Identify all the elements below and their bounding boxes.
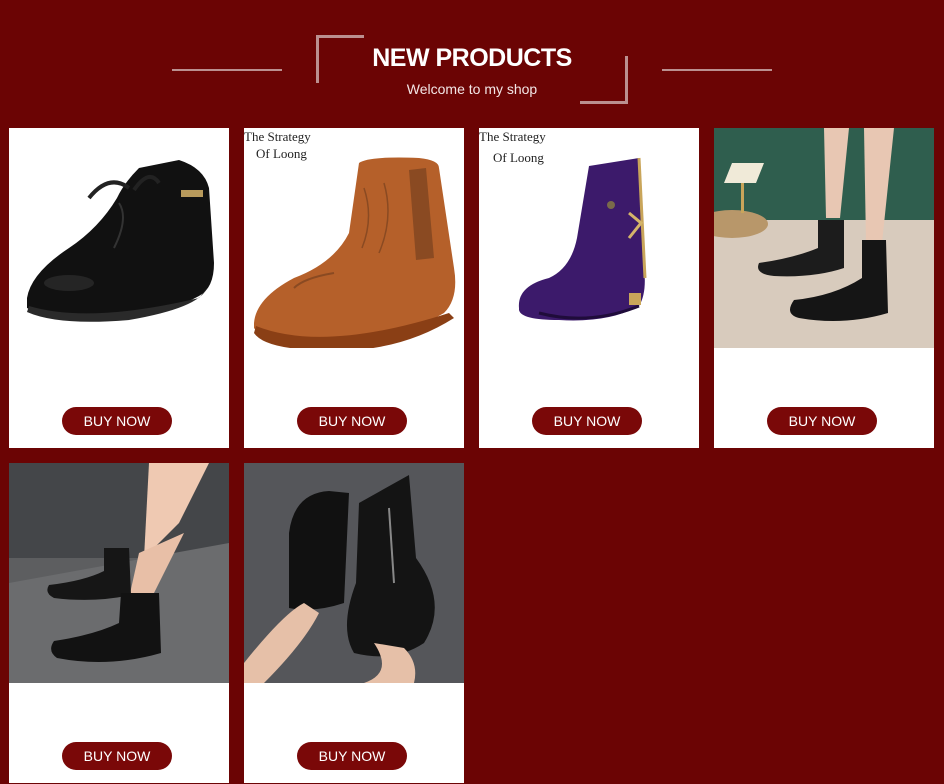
watermark-line1: The Strategy [479, 129, 546, 144]
product-card[interactable]: BUY NOW [9, 128, 229, 448]
product-card[interactable]: The Strategy Of Loong BUY NOW [244, 128, 464, 448]
buy-now-button[interactable]: BUY NOW [62, 742, 172, 770]
section-header: NEW PRODUCTS Welcome to my shop [0, 0, 944, 128]
product-card[interactable]: BUY NOW [9, 463, 229, 783]
watermark-line2: Of Loong [493, 150, 544, 165]
section-subtitle: Welcome to my shop [406, 81, 538, 97]
watermark-line2: Of Loong [256, 146, 307, 161]
section-title: NEW PRODUCTS [372, 44, 572, 72]
product-image[interactable] [714, 128, 934, 348]
product-image[interactable] [9, 128, 229, 348]
watermark-line1: The Strategy [244, 129, 311, 144]
buy-now-button[interactable]: BUY NOW [532, 407, 642, 435]
divider-right [662, 69, 772, 71]
buy-now-button[interactable]: BUY NOW [297, 742, 407, 770]
product-card[interactable]: BUY NOW [714, 128, 934, 448]
product-image[interactable] [9, 463, 229, 683]
buy-now-button[interactable]: BUY NOW [297, 407, 407, 435]
frame-corner-bottom-right [580, 56, 628, 104]
product-image[interactable] [244, 463, 464, 683]
product-card[interactable]: BUY NOW [244, 463, 464, 783]
buy-now-button[interactable]: BUY NOW [62, 407, 172, 435]
buy-now-button[interactable]: BUY NOW [767, 407, 877, 435]
product-card[interactable]: The Strategy Of Loong BUY NOW [479, 128, 699, 448]
